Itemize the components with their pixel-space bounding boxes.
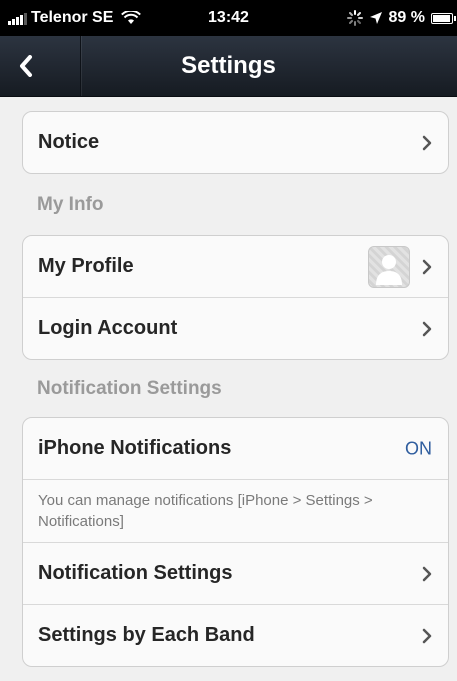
my-profile-label: My Profile [38, 255, 134, 277]
login-account-label: Login Account [38, 317, 178, 339]
battery-icon [431, 12, 456, 24]
settings-by-band-row[interactable]: Settings by Each Band [23, 604, 448, 666]
iphone-notifications-label: iPhone Notifications [38, 437, 232, 459]
navigation-bar: Settings [0, 36, 457, 97]
notification-settings-label: Notification Settings [38, 562, 233, 584]
notification-settings-header: Notification Settings [37, 377, 222, 399]
chevron-right-icon [422, 566, 432, 581]
settings-by-band-label: Settings by Each Band [38, 624, 255, 646]
notice-group: Notice [22, 111, 449, 174]
chevron-right-icon [422, 321, 432, 336]
activity-icon [346, 10, 363, 26]
battery-fill [433, 14, 450, 22]
chevron-right-icon [422, 135, 432, 150]
my-info-header: My Info [37, 193, 104, 215]
page-title: Settings [181, 52, 276, 79]
notification-settings-row[interactable]: Notification Settings [23, 542, 448, 604]
notifications-group: iPhone Notifications ON You can manage n… [22, 417, 449, 667]
my-info-group: My Profile Login Account [22, 235, 449, 360]
status-bar: Telenor SE 13:42 89 % [0, 0, 457, 36]
notice-label: Notice [38, 131, 100, 153]
notice-row[interactable]: Notice [23, 112, 448, 173]
settings-list: Notice My Info My Profile Login Account [22, 111, 449, 667]
iphone-notifications-status[interactable]: ON [405, 438, 432, 459]
notifications-help-text: You can manage notifications [iPhone > S… [23, 479, 448, 542]
person-silhouette-icon [376, 254, 402, 285]
location-arrow-icon [369, 12, 382, 24]
my-profile-row[interactable]: My Profile [23, 236, 448, 297]
chevron-right-icon [422, 259, 432, 274]
avatar [368, 245, 410, 288]
login-account-row[interactable]: Login Account [23, 297, 448, 359]
battery-percent: 89 % [388, 9, 425, 26]
iphone-notifications-row: iPhone Notifications ON [23, 418, 448, 479]
status-right: 89 % [346, 9, 456, 27]
chevron-right-icon [422, 628, 432, 643]
